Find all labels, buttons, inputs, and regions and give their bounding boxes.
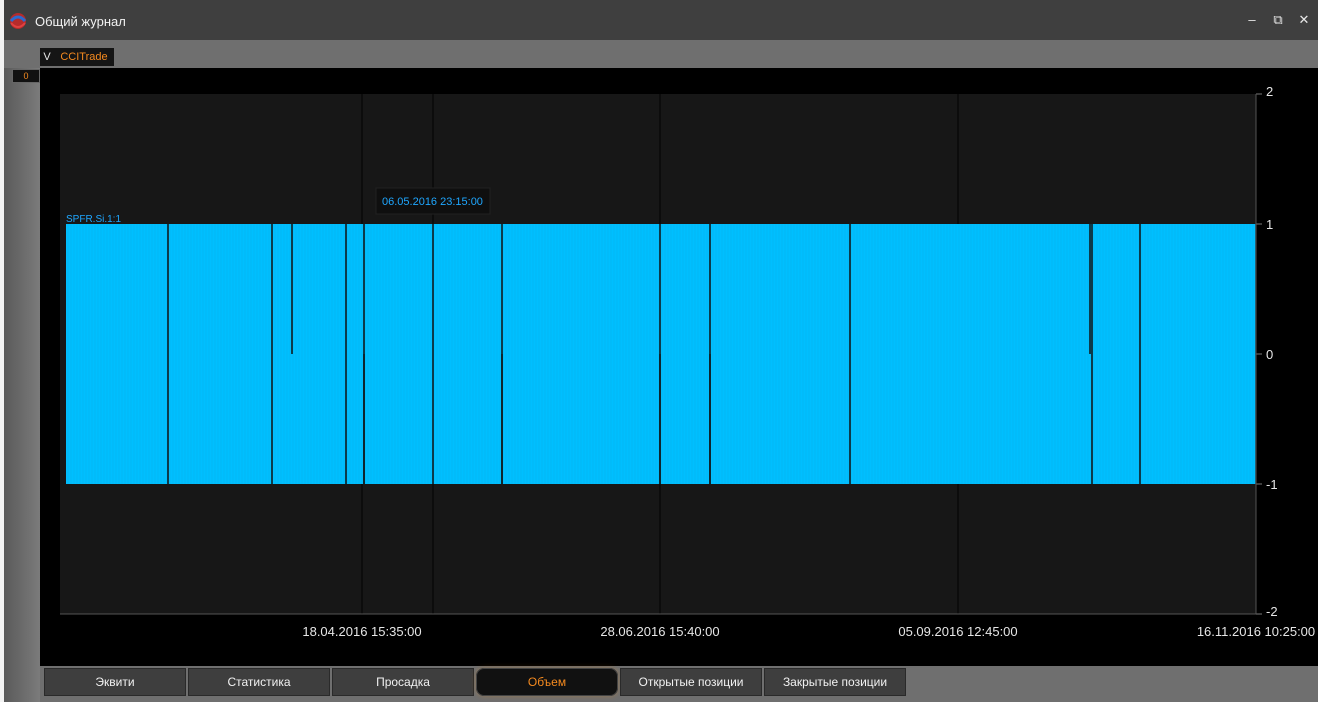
x-tick-label: 28.06.2016 15:40:00 <box>600 624 719 639</box>
bottom-tab-bar: Эквити Статистика Просадка Объем Открыты… <box>40 666 1318 702</box>
side-badge[interactable]: 0 <box>12 69 40 83</box>
tab-closed-positions[interactable]: Закрытые позиции <box>764 668 906 696</box>
y-tick-label: -2 <box>1266 604 1278 619</box>
restore-button[interactable]: ⧉ <box>1268 10 1288 30</box>
window-title: Общий журнал <box>35 14 126 29</box>
tab-statistics[interactable]: Статистика <box>188 668 330 696</box>
x-tick-label: 18.04.2016 15:35:00 <box>302 624 421 639</box>
title-bar: Общий журнал – ⧉ ✕ <box>4 0 1318 40</box>
x-tick-label: 05.09.2016 12:45:00 <box>898 624 1017 639</box>
tab-equity[interactable]: Эквити <box>44 668 186 696</box>
close-button[interactable]: ✕ <box>1294 10 1314 30</box>
main-window: Общий журнал – ⧉ ✕ V CCITrade 0 18.04.20… <box>4 0 1318 702</box>
y-tick-label: 2 <box>1266 84 1273 99</box>
chart-svg: 18.04.2016 15:35:00 28.06.2016 15:40:00 05… <box>60 84 1315 639</box>
volume-chart: 18.04.2016 15:35:00 28.06.2016 15:40:00 05… <box>40 68 1318 666</box>
minimize-button[interactable]: – <box>1242 10 1262 30</box>
y-tick-label: -1 <box>1266 477 1278 492</box>
tab-v[interactable]: V <box>40 48 54 66</box>
x-tick-label: 16.11.2016 10:25:00 <box>1197 624 1315 639</box>
tab-drawdown[interactable]: Просадка <box>332 668 474 696</box>
side-strip <box>4 68 40 702</box>
series-label: SPFR.Si.1:1 <box>66 214 121 225</box>
tab-strip: V CCITrade <box>4 40 1318 68</box>
tab-volume[interactable]: Объем <box>476 668 618 696</box>
tab-ccitrade[interactable]: CCITrade <box>54 48 114 66</box>
y-tick-label: 0 <box>1266 347 1273 362</box>
app-logo-icon <box>9 13 27 29</box>
y-tick-label: 1 <box>1266 217 1273 232</box>
tooltip-text: 06.05.2016 23:15:00 <box>382 196 483 208</box>
volume-bars <box>66 224 1256 484</box>
tab-open-positions[interactable]: Открытые позиции <box>620 668 762 696</box>
